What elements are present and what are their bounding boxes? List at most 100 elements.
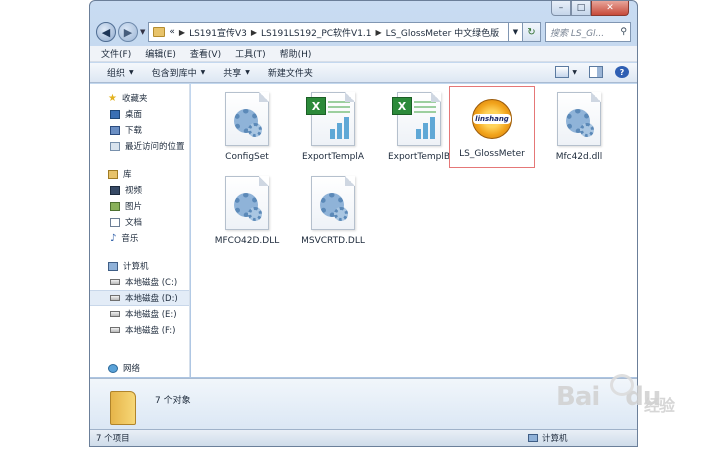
chevron-down-icon: ▼ — [129, 69, 134, 76]
file-item-mfc42d-dll[interactable]: Mfc42d.dll — [536, 88, 622, 170]
file-name: ConfigSet — [225, 152, 269, 162]
new-folder-label: 新建文件夹 — [267, 69, 313, 79]
document-icon — [110, 217, 120, 227]
back-button[interactable]: ◀ — [96, 22, 116, 42]
watermark-text: 经验 — [644, 396, 675, 415]
file-name: ExportTemplA — [301, 152, 365, 162]
menu-tools[interactable]: 工具(T) — [235, 47, 266, 60]
change-view-icon[interactable] — [555, 66, 570, 78]
star-icon: ★ — [108, 92, 117, 104]
arrow-right-icon: ▶ — [123, 25, 133, 39]
excel-file-icon: X — [392, 92, 441, 146]
excel-file-icon: X — [306, 92, 355, 146]
chevron-down-icon: ▼ — [245, 69, 250, 76]
file-name: MFCO42D.DLL — [214, 236, 280, 246]
nav-item-label: 最近访问的位置 — [125, 142, 185, 152]
chevron-right-icon[interactable]: ▶ — [376, 28, 382, 37]
view-controls: ▼ ? — [543, 66, 629, 78]
downloads-icon — [110, 125, 120, 135]
computer-icon — [528, 434, 538, 442]
file-name: LS_GlossMeter — [459, 149, 525, 159]
maximize-button[interactable]: □ — [571, 1, 591, 16]
include-in-library-button[interactable]: 包含到库中 ▼ — [152, 66, 206, 79]
watermark-brand: Bai — [556, 382, 600, 412]
app-icon-text: linshang — [473, 114, 511, 124]
search-placeholder: 搜索 LS_Gl... — [550, 28, 605, 39]
nav-item-downloads[interactable]: 下载 — [90, 122, 189, 138]
new-folder-button[interactable]: 新建文件夹 — [268, 66, 313, 79]
nav-item-label: 音乐 — [121, 234, 139, 244]
file-item-ls-glossmeter[interactable]: linshang LS_GlossMeter — [449, 86, 535, 168]
nav-item-drive-f[interactable]: 本地磁盘 (F:) — [90, 322, 189, 338]
gear-file-icon — [557, 92, 601, 146]
chevron-right-icon[interactable]: ▶ — [251, 28, 257, 37]
file-item-msvcrtd-dll[interactable]: MSVCRTD.DLL — [290, 172, 376, 254]
nav-item-desktop[interactable]: 桌面 — [90, 106, 189, 122]
nav-computer-label: 计算机 — [123, 262, 149, 272]
status-location-label: 计算机 — [542, 434, 568, 444]
address-bar[interactable]: « ▶ LS191宣传V3 ▶ LS191LS192_PC软件V1.1 ▶ LS… — [148, 22, 509, 42]
file-item-exporttempla[interactable]: X ExportTemplA — [290, 88, 376, 170]
file-name: ExportTemplB — [387, 152, 451, 162]
nav-item-drive-c[interactable]: 本地磁盘 (C:) — [90, 274, 189, 290]
navigation-pane: ★ 收藏夹 桌面 下载 最近访问的位置 库 视频 图片 文档 ♪ 音乐 计算机 … — [90, 84, 190, 377]
file-item-mfco42d-dll[interactable]: MFCO42D.DLL — [204, 172, 290, 254]
nav-item-label: 下载 — [125, 126, 143, 136]
close-button[interactable]: ✕ — [591, 1, 629, 16]
file-name: Mfc42d.dll — [555, 152, 603, 162]
nav-item-documents[interactable]: 文档 — [90, 214, 189, 230]
breadcrumb-3[interactable]: LS_GlossMeter 中文绿色版 — [386, 26, 500, 39]
nav-item-music[interactable]: ♪ 音乐 — [90, 230, 189, 246]
minimize-button[interactable]: – — [551, 1, 571, 16]
menu-help[interactable]: 帮助(H) — [280, 47, 312, 60]
nav-item-label: 本地磁盘 (F:) — [125, 326, 176, 336]
address-dropdown-button[interactable]: ▼ — [509, 22, 523, 42]
drive-icon — [110, 311, 120, 317]
nav-item-pictures[interactable]: 图片 — [90, 198, 189, 214]
refresh-button[interactable]: ↻ — [523, 22, 541, 42]
recent-pages-dropdown[interactable]: ▼ — [140, 28, 145, 36]
recent-places-icon — [110, 141, 120, 151]
library-icon — [108, 169, 118, 179]
file-item-configset[interactable]: ConfigSet — [204, 88, 290, 170]
preview-pane-icon[interactable] — [589, 66, 603, 78]
help-icon[interactable]: ? — [615, 66, 629, 78]
nav-item-drive-e[interactable]: 本地磁盘 (E:) — [90, 306, 189, 322]
search-icon[interactable]: ⚲ — [620, 27, 627, 37]
chevron-right-icon[interactable]: ▶ — [179, 28, 185, 37]
menu-edit[interactable]: 编辑(E) — [145, 47, 176, 60]
breadcrumb-2[interactable]: LS191LS192_PC软件V1.1 — [261, 26, 372, 39]
command-bar: 组织 ▼ 包含到库中 ▼ 共享 ▼ 新建文件夹 ▼ ? — [90, 63, 637, 83]
chevron-down-icon[interactable]: ▼ — [572, 69, 577, 76]
nav-item-recent-places[interactable]: 最近访问的位置 — [90, 138, 189, 154]
nav-item-label: 图片 — [125, 202, 143, 212]
nav-item-label: 本地磁盘 (D:) — [125, 294, 178, 304]
organize-button[interactable]: 组织 ▼ — [107, 66, 134, 79]
nav-computer[interactable]: 计算机 — [90, 258, 189, 274]
nav-network[interactable]: 网络 — [90, 360, 189, 376]
nav-favorites-label: 收藏夹 — [121, 94, 148, 104]
search-input[interactable]: 搜索 LS_Gl... ⚲ — [545, 22, 631, 42]
menu-view[interactable]: 查看(V) — [190, 47, 221, 60]
drive-icon — [110, 295, 120, 301]
address-prefix[interactable]: « — [169, 27, 175, 37]
folder-icon — [110, 391, 136, 425]
video-icon — [110, 185, 120, 195]
forward-button[interactable]: ▶ — [118, 22, 138, 42]
nav-item-label: 桌面 — [125, 110, 143, 120]
nav-network-label: 网络 — [123, 364, 141, 374]
gear-file-icon — [225, 92, 269, 146]
chevron-down-icon: ▼ — [512, 28, 519, 36]
nav-item-drive-d[interactable]: 本地磁盘 (D:) — [90, 290, 189, 306]
share-button[interactable]: 共享 ▼ — [223, 66, 250, 79]
gear-file-icon — [311, 176, 355, 230]
nav-libraries[interactable]: 库 — [90, 166, 189, 182]
nav-item-videos[interactable]: 视频 — [90, 182, 189, 198]
folder-icon — [153, 27, 166, 37]
breadcrumb-1[interactable]: LS191宣传V3 — [189, 26, 247, 39]
arrow-left-icon: ◀ — [101, 25, 111, 39]
nav-favorites[interactable]: ★ 收藏夹 — [90, 90, 189, 106]
status-bar: 7 个项目 计算机 — [90, 429, 637, 446]
share-label: 共享 — [223, 69, 242, 79]
menu-file[interactable]: 文件(F) — [101, 47, 131, 60]
